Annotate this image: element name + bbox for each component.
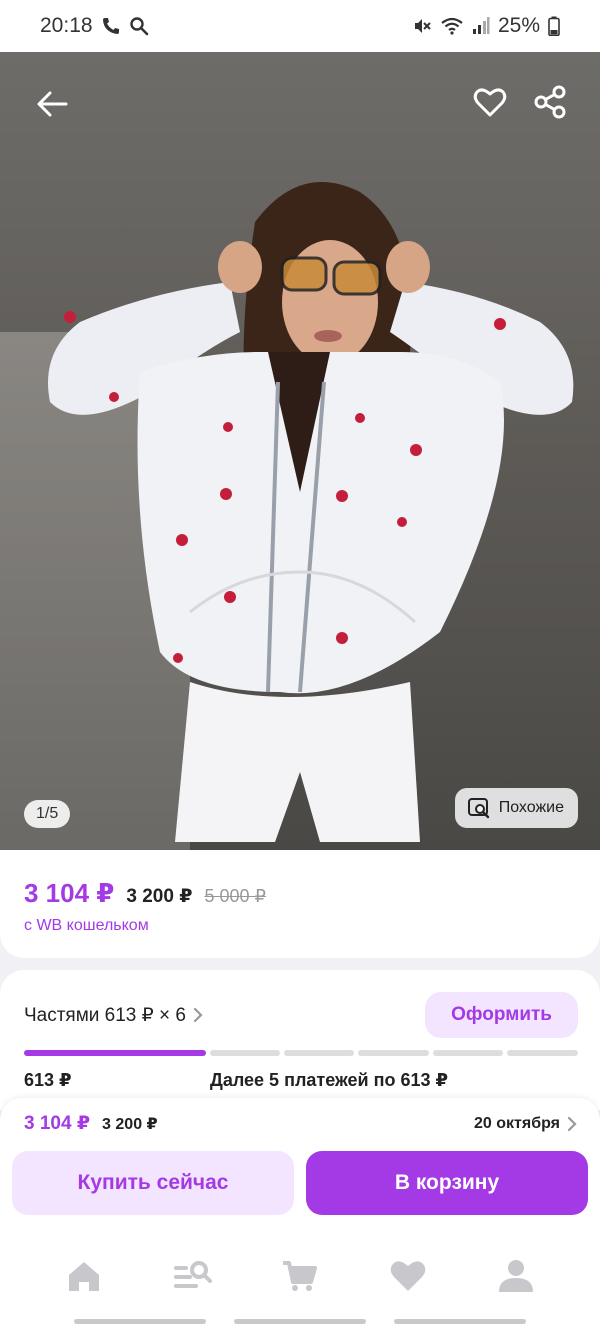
- nav-favorites[interactable]: [378, 1254, 438, 1298]
- progress-segment: [432, 1050, 504, 1056]
- nav-home[interactable]: [54, 1254, 114, 1298]
- cart-icon: [283, 1261, 317, 1291]
- heart-outline-icon: [473, 88, 507, 117]
- current-price: 3 200 ₽: [126, 886, 193, 907]
- bottom-nav: [0, 1238, 600, 1332]
- similar-button[interactable]: Похожие: [454, 788, 578, 828]
- buy-bar-price: 3 200 ₽: [102, 1116, 158, 1133]
- installments-checkout-button[interactable]: Оформить: [425, 992, 578, 1038]
- back-arrow-icon: [37, 91, 68, 117]
- profile-icon: [499, 1260, 533, 1292]
- progress-segment: [24, 1050, 206, 1056]
- product-image-gallery[interactable]: 1/5 Похожие: [0, 52, 600, 850]
- product-photo: [48, 182, 574, 842]
- progress-segment: [507, 1050, 579, 1056]
- gesture-bar: [394, 1319, 526, 1324]
- battery-percent: 25%: [497, 14, 540, 37]
- buy-bar-info: 3 104 ₽ 3 200 ₽ 20 октября: [24, 1112, 588, 1135]
- delivery-date: 20 октября: [474, 1114, 560, 1132]
- bottom-nav-items: [0, 1238, 600, 1298]
- share-icon: [534, 85, 566, 119]
- progress-segment: [209, 1050, 280, 1056]
- similar-search-icon: [467, 798, 489, 819]
- buy-bar: 3 104 ₽ 3 200 ₽ 20 октября Купить сейчас…: [0, 1098, 600, 1238]
- installments-title: Частями 613 ₽ × 6: [24, 1004, 186, 1026]
- wallet-note[interactable]: с WB кошельком: [24, 917, 576, 935]
- buy-bar-wallet-price: 3 104 ₽: [24, 1113, 91, 1134]
- signal-icon: [472, 16, 490, 36]
- installments-header: Частями 613 ₽ × 6 Оформить: [24, 992, 578, 1038]
- battery-icon: [548, 16, 560, 36]
- mute-icon: [412, 16, 432, 36]
- buy-buttons: Купить сейчас В корзину: [12, 1151, 588, 1215]
- share-button[interactable]: [524, 76, 576, 128]
- installments-card: Частями 613 ₽ × 6 Оформить 613 ₽ Далее 5…: [0, 970, 600, 1110]
- wifi-icon: [440, 16, 464, 36]
- status-left: 20:18: [40, 14, 149, 38]
- rest-payments: Далее 5 платежей по 613 ₽: [210, 1070, 448, 1090]
- add-to-cart-button[interactable]: В корзину: [306, 1151, 588, 1215]
- old-price: 5 000 ₽: [204, 886, 266, 906]
- installments-progress: [24, 1050, 579, 1056]
- wallet-price: 3 104 ₽: [24, 878, 115, 908]
- favorite-button[interactable]: [464, 76, 516, 128]
- favorites-heart-icon: [390, 1261, 426, 1291]
- similar-label: Похожие: [498, 799, 564, 816]
- product-page: 20:18 25% 1/5 Похожие 3 104 ₽ 3 200 ₽ 5 …: [0, 0, 600, 1332]
- progress-segment: [283, 1050, 355, 1056]
- system-gesture-bar: [0, 1319, 600, 1324]
- catalog-search-icon: [174, 1261, 212, 1288]
- status-bar: 20:18 25%: [0, 0, 600, 52]
- call-icon: [101, 16, 121, 36]
- price-card: 3 104 ₽ 3 200 ₽ 5 000 ₽ с WB кошельком: [0, 850, 600, 958]
- price-row: 3 104 ₽ 3 200 ₽ 5 000 ₽: [24, 878, 576, 909]
- search-icon: [129, 16, 149, 36]
- gesture-bar: [234, 1319, 366, 1324]
- delivery-date-link[interactable]: 20 октября: [474, 1115, 578, 1133]
- installments-link[interactable]: Частями 613 ₽ × 6: [24, 1004, 204, 1027]
- buy-now-button[interactable]: Купить сейчас: [12, 1151, 294, 1215]
- status-right: 25%: [412, 14, 560, 38]
- buy-bar-prices: 3 104 ₽ 3 200 ₽: [24, 1112, 158, 1135]
- nav-cart[interactable]: [270, 1254, 330, 1298]
- installments-values: 613 ₽ Далее 5 платежей по 613 ₽: [24, 1070, 578, 1091]
- progress-segment: [358, 1050, 429, 1056]
- status-time: 20:18: [40, 14, 93, 37]
- home-icon: [69, 1262, 99, 1291]
- chevron-right-icon: [567, 1116, 577, 1131]
- back-button[interactable]: [26, 78, 78, 130]
- photo-counter: 1/5: [24, 800, 71, 828]
- nav-catalog[interactable]: [162, 1254, 222, 1298]
- chevron-right-icon: [193, 1007, 203, 1023]
- gesture-bar: [74, 1319, 206, 1324]
- first-payment: 613 ₽: [24, 1070, 72, 1090]
- nav-profile[interactable]: [486, 1254, 546, 1298]
